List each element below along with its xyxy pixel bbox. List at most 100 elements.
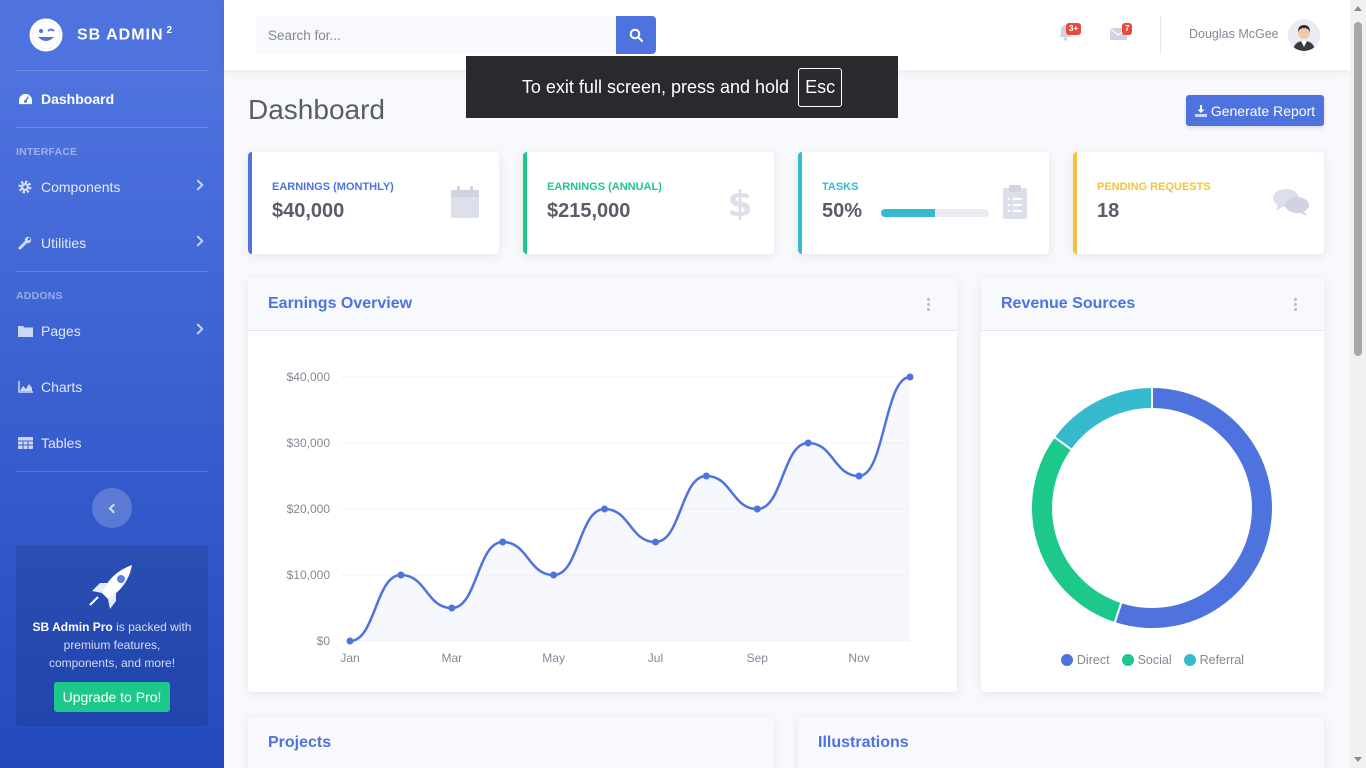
data-point xyxy=(804,439,812,447)
card-title: Earnings Overview xyxy=(268,295,413,312)
ellipsis-vertical-icon[interactable] xyxy=(1294,298,1298,312)
messages-dropdown[interactable]: 7 xyxy=(1110,23,1133,44)
stat-value: $215,000 xyxy=(547,200,631,222)
dollar-icon: $ xyxy=(727,184,752,220)
revenue-donut-chart xyxy=(1030,385,1274,630)
alerts-badge: 3+ xyxy=(1066,23,1082,35)
brand-text: SB ADMIN 2 xyxy=(77,25,174,44)
data-point xyxy=(651,538,659,546)
sidebar-heading-interface: INTERFACE xyxy=(16,146,78,158)
data-point xyxy=(550,571,558,579)
illustrations-card: Illustrations xyxy=(798,717,1324,768)
chart-area-icon xyxy=(17,379,33,395)
data-point xyxy=(855,472,863,480)
card-title: Illustrations xyxy=(818,734,909,751)
stat-card-earnings-monthly: EARNINGS (MONTHLY) $40,000 xyxy=(248,152,499,254)
scroll-up-arrow-icon[interactable] xyxy=(1354,6,1362,11)
sidebar-promo-card: SB Admin Pro is packed with premium feat… xyxy=(16,545,208,726)
x-tick-label: Mar xyxy=(441,651,462,665)
stat-card-earnings-annual: EARNINGS (ANNUAL) $215,000 $ xyxy=(523,152,774,254)
card-header: Revenue Sources xyxy=(981,278,1324,331)
upgrade-button[interactable]: Upgrade to Pro! xyxy=(53,682,171,712)
scroll-down-arrow-icon[interactable] xyxy=(1354,757,1362,762)
card-title: Revenue Sources xyxy=(1001,295,1136,312)
stat-card-tasks: TASKS 50% xyxy=(798,152,1049,254)
chevron-right-icon xyxy=(192,179,204,191)
sidebar-item-components[interactable]: Components xyxy=(0,159,224,215)
sidebar-item-dashboard[interactable]: Dashboard xyxy=(0,71,224,127)
sidebar-item-label: Components xyxy=(41,179,121,195)
sidebar-item-utilities[interactable]: Utilities xyxy=(0,215,224,271)
comments-icon xyxy=(1273,189,1309,216)
sidebar-item-pages[interactable]: Pages xyxy=(0,303,224,359)
wrench-icon xyxy=(17,235,33,251)
sidebar-item-label: Pages xyxy=(41,323,81,339)
card-title: Projects xyxy=(268,734,332,751)
data-point xyxy=(906,373,914,381)
ellipsis-vertical-icon[interactable] xyxy=(927,298,931,312)
search-button[interactable] xyxy=(616,16,656,54)
sidebar-toggle-button[interactable] xyxy=(92,488,132,528)
donut-slice-social xyxy=(1030,435,1123,625)
sidebar: SB ADMIN 2 Dashboard INTERFACE Components… xyxy=(0,0,224,768)
toast-text: To exit full screen, press and hold xyxy=(521,76,790,97)
data-point xyxy=(397,571,405,579)
sidebar-heading-addons: ADDONS xyxy=(16,290,63,302)
earnings-area-chart: $0 $10,000 $20,000 $30,000 $40,000 Jan Mar May J… xyxy=(287,370,914,665)
y-tick-label: $40,000 xyxy=(287,370,331,384)
x-tick-label: Jan xyxy=(340,651,359,665)
x-tick-label: Sep xyxy=(747,651,769,665)
toast-key: Esc xyxy=(798,67,843,107)
promo-text: SB Admin Pro is packed with premium feat… xyxy=(32,620,192,670)
download-icon xyxy=(1194,104,1207,117)
topbar-divider xyxy=(1160,16,1161,54)
sidebar-item-tables[interactable]: Tables xyxy=(0,415,224,471)
x-tick-label: May xyxy=(542,651,565,665)
sidebar-item-charts[interactable]: Charts xyxy=(0,359,224,415)
x-tick-label: Nov xyxy=(848,651,869,665)
brand-link[interactable]: SB ADMIN 2 xyxy=(0,0,224,70)
generate-report-button[interactable]: Generate Report xyxy=(1186,95,1324,126)
fullscreen-exit-toast: To exit full screen, press and hold Esc xyxy=(466,56,898,118)
legend-item-social[interactable]: Social xyxy=(1121,653,1172,667)
donut-slice-referral xyxy=(1052,385,1153,452)
sidebar-item-label: Charts xyxy=(41,379,83,395)
tasks-progress-fill xyxy=(881,209,935,217)
avatar[interactable] xyxy=(1288,19,1320,51)
search-icon xyxy=(629,28,643,42)
user-avatar-icon xyxy=(1288,19,1320,51)
user-name[interactable]: Douglas McGee xyxy=(1189,27,1279,41)
stat-value: 18 xyxy=(1097,200,1120,222)
chevron-left-icon xyxy=(108,503,119,513)
legend-item-referral[interactable]: Referral xyxy=(1183,653,1244,667)
chevron-right-icon xyxy=(192,235,204,247)
earnings-overview-card: Earnings Overview $0 $10,000 $20,000 $30,00… xyxy=(248,278,957,692)
chart-legend: Direct Social Referral xyxy=(981,653,1324,667)
search-form xyxy=(256,16,656,54)
generate-report-label: Generate Report xyxy=(1210,102,1316,119)
clipboard-icon xyxy=(1003,185,1027,219)
messages-badge: 7 xyxy=(1122,23,1133,35)
cog-icon xyxy=(17,179,33,195)
stat-label: TASKS xyxy=(822,181,859,193)
search-input[interactable] xyxy=(256,16,616,54)
rocket-icon xyxy=(16,559,208,614)
tasks-progress-bar xyxy=(881,209,989,217)
tachometer-icon xyxy=(17,91,33,107)
scroll-thumb[interactable] xyxy=(1354,22,1362,356)
card-header: Earnings Overview xyxy=(248,278,957,331)
sidebar-item-label: Dashboard xyxy=(41,91,115,107)
y-tick-label: $10,000 xyxy=(287,568,331,582)
legend-item-direct[interactable]: Direct xyxy=(1060,653,1110,667)
sidebar-item-label: Utilities xyxy=(41,235,87,251)
data-point xyxy=(702,472,710,480)
stat-label: EARNINGS (MONTHLY) xyxy=(272,181,394,193)
table-icon xyxy=(17,435,33,451)
data-point xyxy=(346,637,354,645)
alerts-dropdown[interactable]: 3+ xyxy=(1058,23,1082,44)
stat-label: PENDING REQUESTS xyxy=(1097,181,1211,193)
page-scrollbar[interactable] xyxy=(1350,0,1366,768)
stat-value: $40,000 xyxy=(272,200,345,222)
calendar-icon xyxy=(451,186,479,218)
card-header: Illustrations xyxy=(798,717,1324,768)
